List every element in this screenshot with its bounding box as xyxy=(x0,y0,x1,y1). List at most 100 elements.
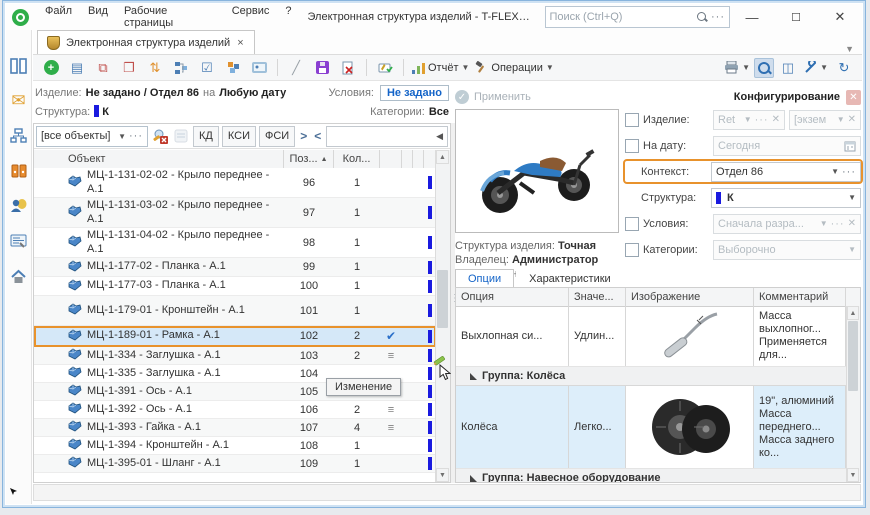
sidebar-mail-icon[interactable]: ✉ xyxy=(9,91,29,111)
scroll-thumb[interactable] xyxy=(437,270,448,328)
filter-settings-icon[interactable] xyxy=(172,127,190,145)
field-control[interactable]: [экзем▼✕ xyxy=(789,110,861,130)
table-row[interactable]: МЦ-1-131-02-02 - Крыло переднее - А.1961 xyxy=(34,168,436,198)
group-expand-icon[interactable] xyxy=(470,475,477,482)
group-expand-icon[interactable] xyxy=(470,373,477,380)
tab-close-icon[interactable]: × xyxy=(236,37,244,49)
filter-kd-button[interactable]: КД xyxy=(193,126,219,147)
grid-vertical-scrollbar[interactable]: ▲ ▼ xyxy=(435,150,450,482)
table-row[interactable]: МЦ-1-131-03-02 - Крыло переднее - А.1971 xyxy=(34,198,436,228)
column-comment[interactable]: Комментарий xyxy=(754,288,846,306)
tab-characteristics[interactable]: Характеристики xyxy=(516,269,624,288)
option-row[interactable]: Выхлопная си...Удлин...Масса выхлопног..… xyxy=(456,306,847,367)
toolbar-tree-icon[interactable] xyxy=(169,58,193,78)
options-scroll-thumb[interactable] xyxy=(848,321,858,391)
date-value[interactable]: Любую дату xyxy=(219,87,286,99)
configuration-close-icon[interactable]: ✕ xyxy=(846,90,861,105)
options-scroll-up-icon[interactable]: ▲ xyxy=(847,306,859,320)
filter-clear-icon[interactable] xyxy=(151,127,169,145)
tab-list-dropdown-icon[interactable]: ▼ xyxy=(845,44,862,54)
column-option[interactable]: Опция xyxy=(456,288,569,306)
toolbar-printer-icon[interactable]: ▼ xyxy=(722,58,752,78)
global-search-input[interactable]: Поиск (Ctrl+Q) ··· xyxy=(545,6,730,28)
menu-item-3[interactable]: Рабочие страницы xyxy=(116,1,224,33)
operations-dropdown-button[interactable]: Операции▼ xyxy=(473,58,555,78)
product-value[interactable]: Не задано / Отдел 86 xyxy=(86,87,199,99)
column-quantity[interactable]: Кол... xyxy=(334,150,380,168)
sidebar-structure-icon[interactable] xyxy=(9,126,29,146)
sidebar-card-icon[interactable] xyxy=(9,231,29,251)
checkbox[interactable] xyxy=(625,139,639,153)
toolbar-delete-icon[interactable] xyxy=(336,58,360,78)
table-row[interactable]: МЦ-1-392 - Ось - А.11062≡ xyxy=(34,401,436,419)
search-icon[interactable] xyxy=(697,12,707,22)
table-row[interactable]: МЦ-1-179-01 - Кронштейн - А.11011 xyxy=(34,296,436,326)
table-row[interactable]: МЦ-1-177-03 - Планка - А.11001 xyxy=(34,277,436,296)
option-row[interactable]: КолёсаЛегко...19", алюминийМасса передне… xyxy=(456,386,847,469)
expand-level-icon[interactable]: > xyxy=(298,129,309,143)
filter-fsi-button[interactable]: ФСИ xyxy=(259,126,295,147)
categories-value[interactable]: Все xyxy=(429,106,449,118)
toolbar-pencil-icon[interactable]: ╱ xyxy=(284,58,308,78)
filter-ksi-button[interactable]: КСИ xyxy=(222,126,256,147)
quick-search-input[interactable]: ◀ xyxy=(326,126,448,147)
toolbar-zoom-icon[interactable] xyxy=(754,58,774,78)
structure-value[interactable]: К xyxy=(94,105,109,118)
object-filter-select[interactable]: [все объекты]▼··· xyxy=(36,126,148,147)
toolbar-refresh-icon[interactable]: ↻ xyxy=(832,58,856,78)
options-scroll-down-icon[interactable]: ▼ xyxy=(847,468,859,482)
table-row[interactable]: МЦ-1-394 - Кронштейн - А.11081 xyxy=(34,437,436,455)
menu-item-4[interactable]: Сервис xyxy=(224,1,278,33)
field-control[interactable]: Сначала разра...▼···✕ xyxy=(713,214,861,234)
column-extra2[interactable] xyxy=(413,150,424,168)
checkbox[interactable] xyxy=(625,113,639,127)
toolbar-sync-icon[interactable]: ⇅ xyxy=(143,58,167,78)
toolbar-paste-icon[interactable]: ❐ xyxy=(117,58,141,78)
field-control[interactable]: Сегодня xyxy=(713,136,861,156)
apply-button[interactable]: ✓ Применить xyxy=(455,90,531,104)
conditions-value[interactable]: Не задано xyxy=(380,85,449,101)
scroll-down-icon[interactable]: ▼ xyxy=(436,468,449,482)
sidebar-home-icon[interactable] xyxy=(9,266,29,286)
checkbox[interactable] xyxy=(625,243,639,257)
toolbar-blocks-icon[interactable] xyxy=(221,58,245,78)
column-image[interactable]: Изображение xyxy=(626,288,754,306)
field-control[interactable]: Выборочно▼ xyxy=(713,240,861,260)
field-control[interactable]: Ret▼···✕ xyxy=(713,110,785,130)
scroll-up-icon[interactable]: ▲ xyxy=(436,150,449,164)
collapse-level-icon[interactable]: < xyxy=(312,129,323,143)
options-vertical-scrollbar[interactable]: ▲ ▼ xyxy=(846,306,860,482)
toolbar-image-icon[interactable] xyxy=(247,58,271,78)
group-row[interactable]: Группа: Колёса xyxy=(456,367,847,386)
report-dropdown-button[interactable]: Отчёт▼ xyxy=(410,58,471,78)
column-object[interactable]: Объект xyxy=(34,150,284,168)
close-button[interactable]: ✕ xyxy=(818,6,862,28)
group-row[interactable]: Группа: Навесное оборудование xyxy=(456,469,847,483)
toolbar-copy-icon[interactable]: ⧉ xyxy=(91,58,115,78)
checkbox[interactable] xyxy=(625,217,639,231)
table-row[interactable]: МЦ-1-395-01 - Шланг - А.11091 xyxy=(34,455,436,473)
table-row[interactable]: МЦ-1-189-01 - Рамка - А.11022✔ xyxy=(34,326,436,347)
menu-item-5[interactable]: ? xyxy=(277,1,299,33)
sidebar-pages-icon[interactable] xyxy=(9,56,29,76)
toolbar-add-icon[interactable]: + xyxy=(39,58,63,78)
toolbar-sign-icon[interactable] xyxy=(373,58,397,78)
column-status[interactable] xyxy=(380,150,402,168)
column-value[interactable]: Значе... xyxy=(569,288,626,306)
sidebar-binders-icon[interactable] xyxy=(9,161,29,181)
toolbar-panel-icon[interactable]: ◫ xyxy=(776,58,800,78)
menu-item-2[interactable]: Вид xyxy=(80,1,116,33)
menu-item-1[interactable]: Файл xyxy=(37,1,80,33)
column-extra1[interactable] xyxy=(402,150,413,168)
column-position[interactable]: Поз... ▲ xyxy=(284,150,334,168)
sidebar-user-icon[interactable] xyxy=(9,196,29,216)
minimize-button[interactable]: — xyxy=(730,7,774,28)
maximize-button[interactable]: ☐ xyxy=(774,8,818,27)
toolbar-save-icon[interactable] xyxy=(310,58,334,78)
toolbar-checklist-icon[interactable]: ☑ xyxy=(195,58,219,78)
field-control[interactable]: К▼ xyxy=(711,188,861,208)
search-options-icon[interactable]: ··· xyxy=(711,11,725,23)
tab-product-structure[interactable]: Электронная структура изделий × xyxy=(37,30,255,54)
table-row[interactable]: МЦ-1-334 - Заглушка - А.11032≡ xyxy=(34,347,436,365)
table-row[interactable]: МЦ-1-131-04-02 - Крыло переднее - А.1981 xyxy=(34,228,436,258)
